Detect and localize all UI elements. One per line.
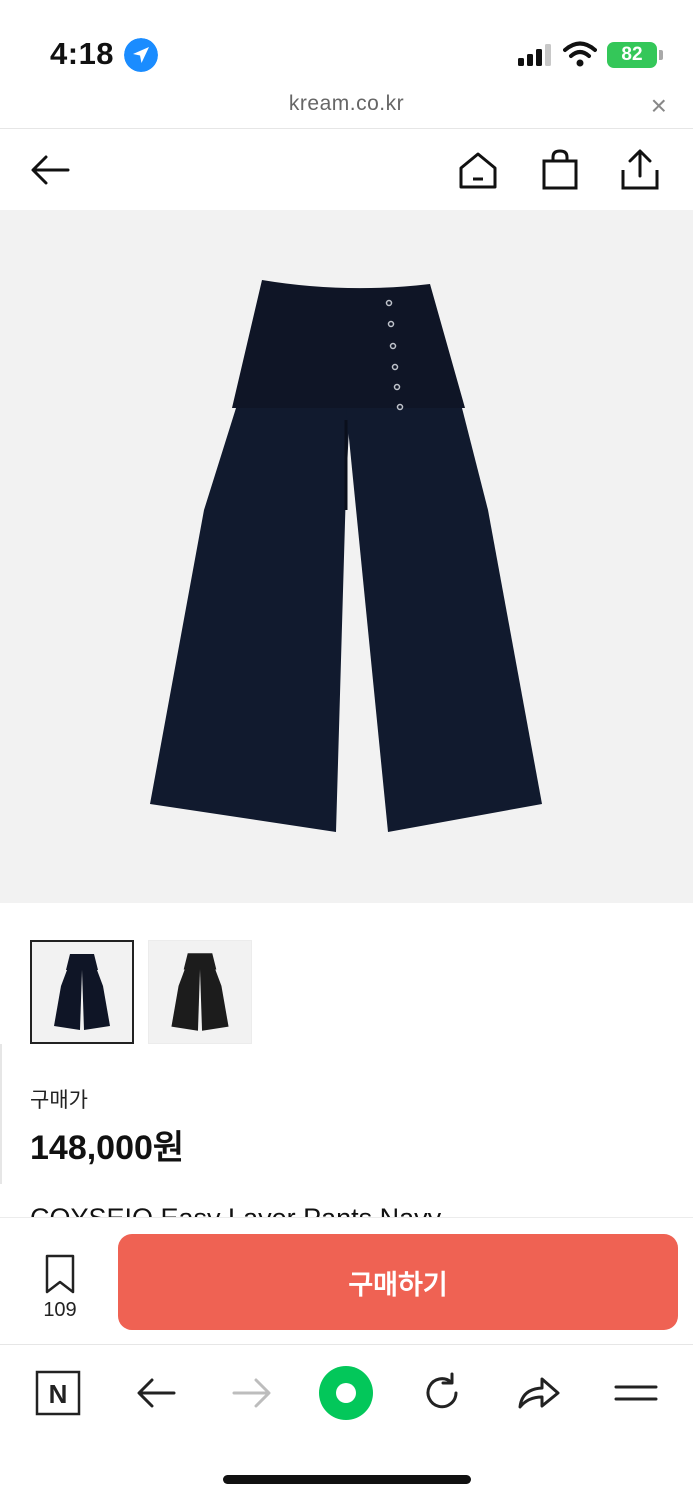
status-time: 4:18 — [50, 36, 115, 71]
page-header — [0, 130, 693, 210]
reload-icon[interactable] — [418, 1369, 466, 1417]
divider — [0, 1044, 2, 1184]
menu-icon[interactable] — [612, 1369, 660, 1417]
naver-label: N — [49, 1379, 68, 1409]
battery-nub — [659, 50, 663, 60]
share-icon[interactable] — [618, 148, 662, 192]
bookmark-icon — [45, 1254, 75, 1294]
shopping-bag-icon[interactable] — [538, 148, 582, 192]
browser-toolbar: N — [0, 1344, 693, 1500]
battery-indicator: 82 — [607, 42, 657, 68]
browser-forward-icon[interactable] — [228, 1369, 276, 1417]
home-icon[interactable] — [456, 148, 500, 192]
purchase-action-bar: 109 구매하기 — [0, 1218, 693, 1344]
buy-button[interactable]: 구매하기 — [118, 1234, 678, 1330]
browser-back-icon[interactable] — [132, 1369, 180, 1417]
thumbnail-navy[interactable] — [30, 940, 134, 1044]
close-icon[interactable]: × — [651, 90, 667, 122]
wifi-icon — [563, 41, 597, 67]
wishlist-count: 109 — [43, 1299, 77, 1321]
thumbnail-black-image — [171, 953, 229, 1031]
back-arrow-icon[interactable] — [28, 148, 72, 192]
pants-image — [150, 280, 542, 832]
home-indicator — [223, 1475, 471, 1484]
share-forward-icon[interactable] — [514, 1369, 562, 1417]
battery-level: 82 — [621, 44, 643, 65]
url-domain[interactable]: kream.co.kr — [0, 92, 693, 116]
cellular-signal-icon — [518, 44, 551, 66]
location-icon — [124, 38, 158, 72]
thumbnail-black[interactable] — [148, 940, 252, 1044]
wishlist-button[interactable]: 109 — [30, 1254, 90, 1321]
product-image[interactable] — [0, 210, 693, 903]
naver-green-dot-icon[interactable] — [318, 1365, 374, 1421]
product-price: 148,000원 — [30, 1129, 185, 1167]
price-label: 구매가 — [30, 1089, 88, 1112]
status-bar: 4:18 82 — [0, 0, 693, 90]
thumbnail-navy-image — [54, 954, 110, 1030]
divider — [0, 128, 693, 129]
naver-icon[interactable]: N — [34, 1369, 82, 1417]
product-name: COYSEIO Easy Layer Pants Navy — [30, 1203, 442, 1220]
url-bar[interactable]: kream.co.kr × — [0, 88, 693, 128]
